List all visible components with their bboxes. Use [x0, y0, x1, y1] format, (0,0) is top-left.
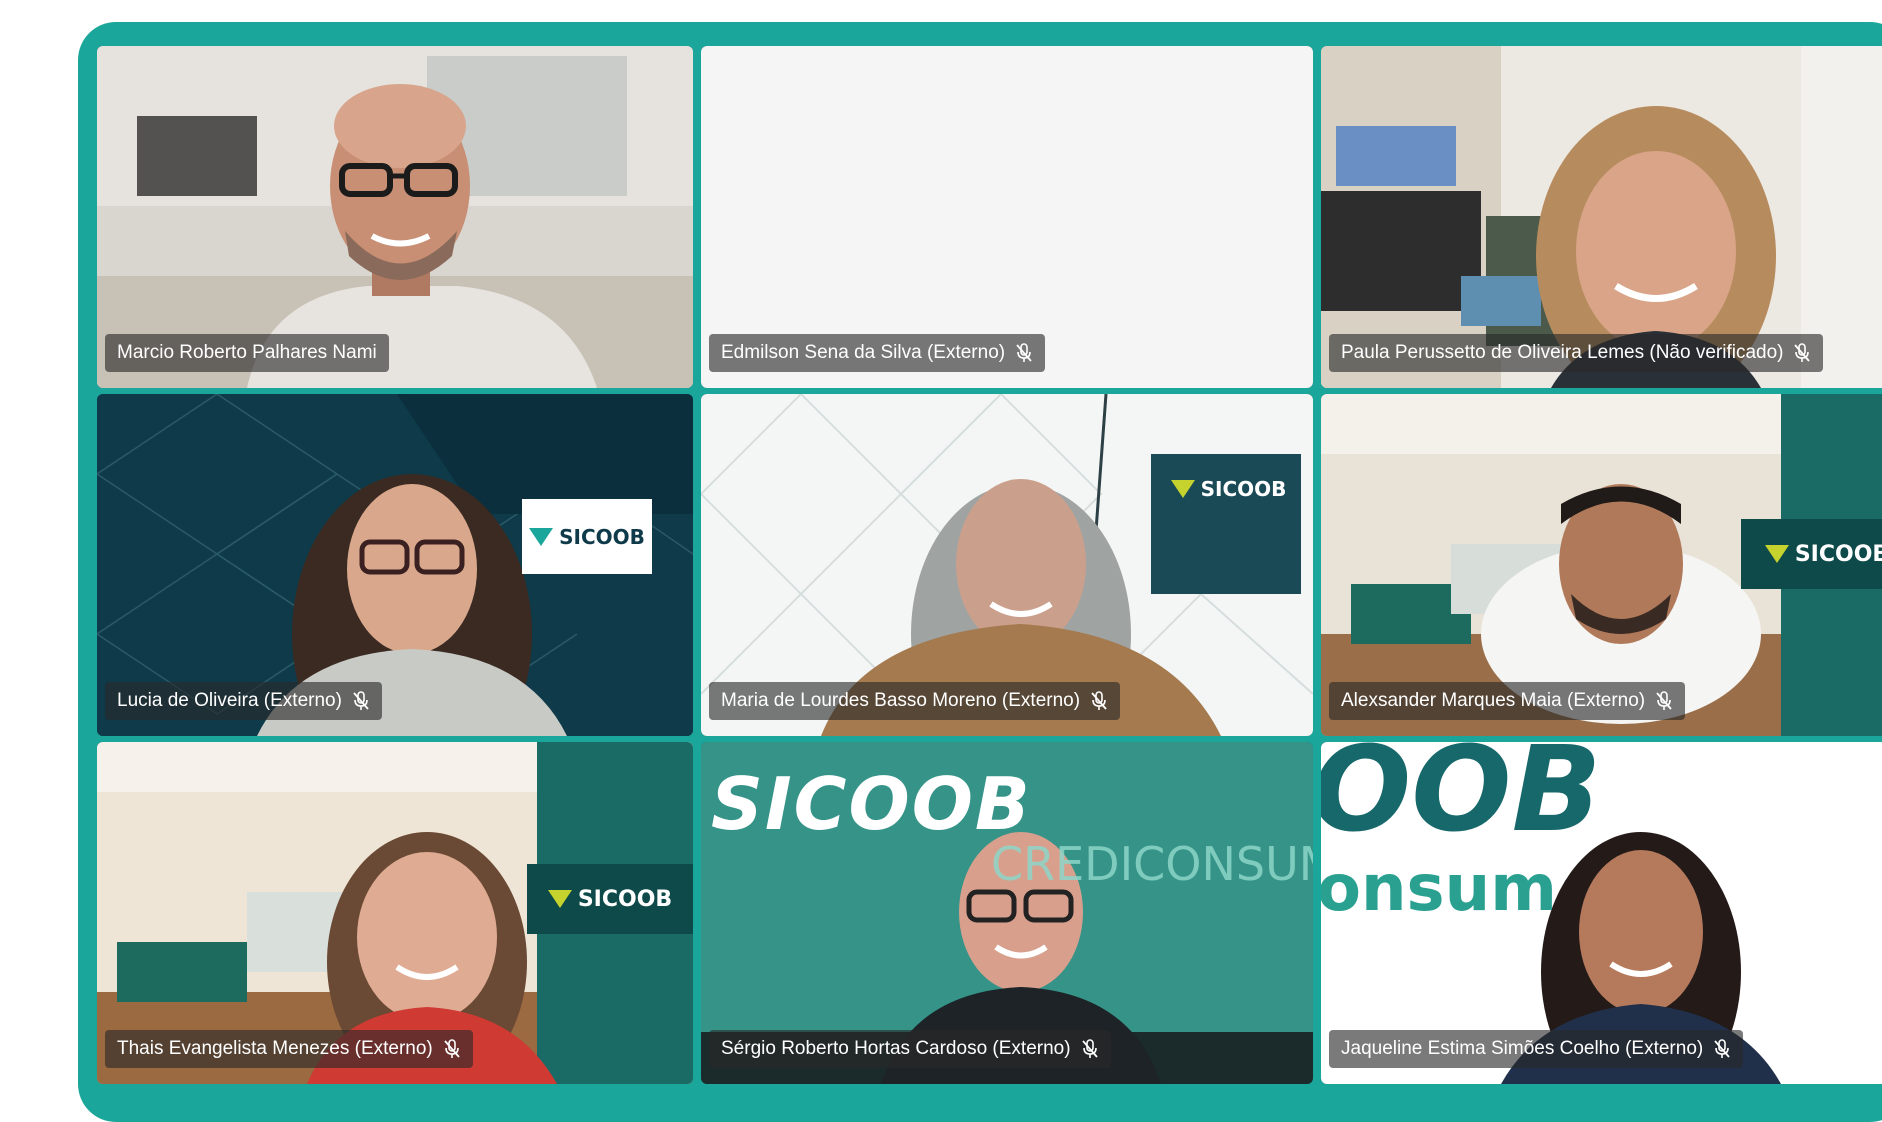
participant-name-tag: Jaqueline Estima Simões Coelho (Externo) — [1329, 1030, 1744, 1068]
video-grid: Marcio Roberto Palhares Nami Edmilson Se… — [97, 46, 1882, 1086]
participant-tile[interactable]: Edmilson Sena da Silva (Externo) — [701, 46, 1313, 388]
participant-name: Paula Perussetto de Oliveira Lemes (Não … — [1341, 342, 1784, 363]
sicoob-triangle-icon — [529, 527, 554, 546]
participant-name-tag: Edmilson Sena da Silva (Externo) — [709, 334, 1046, 372]
sign-logo-bottom: onsum — [1321, 852, 1557, 926]
participant-tile[interactable]: SICOOB CREDICONSUMO Sérgio Roberto Horta… — [701, 742, 1313, 1084]
participant-tile[interactable]: SICOOB Thais Evangelista Menezes (Extern… — [97, 742, 693, 1084]
participant-tile[interactable]: SICOOB Lucia de Oliveira (Externo) — [97, 394, 693, 736]
wall-logo: SICOOB — [711, 762, 1032, 846]
sign-logo-top: OOB — [1321, 742, 1602, 858]
sign-logo-bottom-text: onsum — [1321, 852, 1557, 926]
mic-muted-icon — [1016, 343, 1032, 362]
mic-muted-icon — [1714, 1039, 1730, 1058]
participant-name-tag: Maria de Lourdes Basso Moreno (Externo) — [709, 682, 1121, 720]
sicoob-logo-text: SICOOB — [577, 886, 673, 912]
sicoob-triangle-icon — [1764, 545, 1789, 563]
wall-sublogo: CREDICONSUMO — [991, 837, 1313, 891]
mic-muted-icon — [353, 691, 369, 710]
wall-sublogo-text: CREDICONSUMO — [991, 837, 1313, 891]
participant-tile[interactable]: Marcio Roberto Palhares Nami — [97, 46, 693, 388]
participant-name-tag: Alexsander Marques Maia (Externo) — [1329, 682, 1686, 720]
sicoob-logo-text: SICOOB — [559, 524, 645, 549]
participant-name-tag: Thais Evangelista Menezes (Externo) — [105, 1030, 473, 1068]
mic-muted-icon — [1794, 343, 1811, 362]
participant-name-tag: Sérgio Roberto Hortas Cardoso (Externo) — [709, 1030, 1111, 1068]
sicoob-logo: SICOOB — [1741, 519, 1882, 589]
mic-muted-icon — [1091, 691, 1107, 710]
sicoob-logo: SICOOB — [1161, 459, 1296, 519]
sicoob-logo-text: SICOOB — [1200, 477, 1287, 501]
participant-name-tag: Marcio Roberto Palhares Nami — [105, 334, 389, 372]
wall-logo-text: SICOOB — [711, 762, 1032, 846]
participant-tile[interactable]: Paula Perussetto de Oliveira Lemes (Não … — [1321, 46, 1882, 388]
participant-name: Edmilson Sena da Silva (Externo) — [721, 342, 1006, 363]
sicoob-logo-text: SICOOB — [1794, 541, 1882, 567]
participant-name-tag: Paula Perussetto de Oliveira Lemes (Não … — [1329, 334, 1824, 372]
participant-name: Marcio Roberto Palhares Nami — [117, 342, 377, 363]
sicoob-triangle-icon — [547, 890, 572, 908]
participant-name: Thais Evangelista Menezes (Externo) — [117, 1038, 433, 1059]
mic-muted-icon — [444, 1039, 460, 1058]
participant-name: Jaqueline Estima Simões Coelho (Externo) — [1341, 1038, 1704, 1059]
participant-name: Alexsander Marques Maia (Externo) — [1341, 690, 1646, 711]
participant-name-tag: Lucia de Oliveira (Externo) — [105, 682, 382, 720]
sign-logo-top-text: OOB — [1321, 742, 1602, 858]
participant-tile[interactable]: SICOOB Alexsander Marques Maia (Externo) — [1321, 394, 1882, 736]
participant-tile[interactable]: SICOOB Maria de Lourdes Basso Moreno (Ex… — [701, 394, 1313, 736]
sicoob-logo: SICOOB — [522, 499, 652, 574]
participant-name: Sérgio Roberto Hortas Cardoso (Externo) — [721, 1038, 1071, 1059]
participant-name: Lucia de Oliveira (Externo) — [117, 690, 342, 711]
mic-muted-icon — [1656, 691, 1672, 710]
participant-tile[interactable]: OOB onsum Jaqueline Estima Simões Coelho… — [1321, 742, 1882, 1084]
sicoob-triangle-icon — [1170, 480, 1195, 498]
sicoob-logo: SICOOB — [527, 864, 693, 934]
participant-name: Maria de Lourdes Basso Moreno (Externo) — [721, 690, 1081, 711]
mic-muted-icon — [1081, 1039, 1098, 1058]
